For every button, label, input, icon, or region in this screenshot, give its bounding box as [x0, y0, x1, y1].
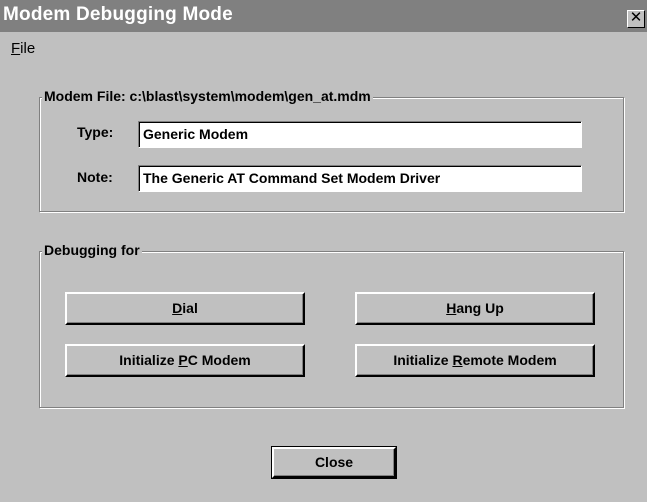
init-remote-accel: R [452, 352, 463, 368]
note-label: Note: [77, 169, 113, 185]
menu-file[interactable]: File [11, 40, 35, 57]
init-remote-post: emote Modem [462, 352, 557, 368]
menu-bar: File [0, 32, 647, 60]
type-field[interactable]: Generic Modem [138, 121, 582, 148]
debugging-for-group: Debugging for Dial Hang Up Initialize PC… [39, 242, 624, 408]
init-pc-pre: Initialize [119, 352, 179, 368]
menu-file-accelerator: F [11, 40, 21, 57]
close-button[interactable]: Close [271, 446, 397, 479]
title-bar[interactable]: Modem Debugging Mode ✕ [0, 0, 647, 32]
window-title: Modem Debugging Mode [3, 4, 233, 25]
debugging-for-legend: Debugging for [42, 242, 142, 258]
modem-debugging-dialog: Modem Debugging Mode ✕ File Modem File: … [0, 0, 647, 502]
hangup-accel: H [446, 300, 457, 316]
dial-button[interactable]: Dial [65, 292, 305, 325]
initialize-pc-modem-button[interactable]: Initialize PC Modem [65, 344, 305, 377]
menu-file-label: ile [20, 40, 36, 57]
dial-accel: D [172, 300, 183, 316]
modem-file-legend: Modem File: c:\blast\system\modem\gen_at… [42, 88, 373, 104]
type-label: Type: [77, 124, 114, 140]
dial-post: ial [182, 300, 198, 316]
initialize-remote-modem-button[interactable]: Initialize Remote Modem [355, 344, 595, 377]
init-pc-accel: P [178, 352, 188, 368]
init-remote-pre: Initialize [393, 352, 453, 368]
hangup-post: ang Up [456, 300, 504, 316]
note-field[interactable]: The Generic AT Command Set Modem Driver [138, 165, 582, 192]
close-window-button[interactable]: ✕ [627, 10, 645, 28]
hang-up-button[interactable]: Hang Up [355, 292, 595, 325]
modem-file-group: Modem File: c:\blast\system\modem\gen_at… [39, 88, 624, 212]
init-pc-post: C Modem [187, 352, 251, 368]
close-icon: ✕ [629, 9, 643, 26]
